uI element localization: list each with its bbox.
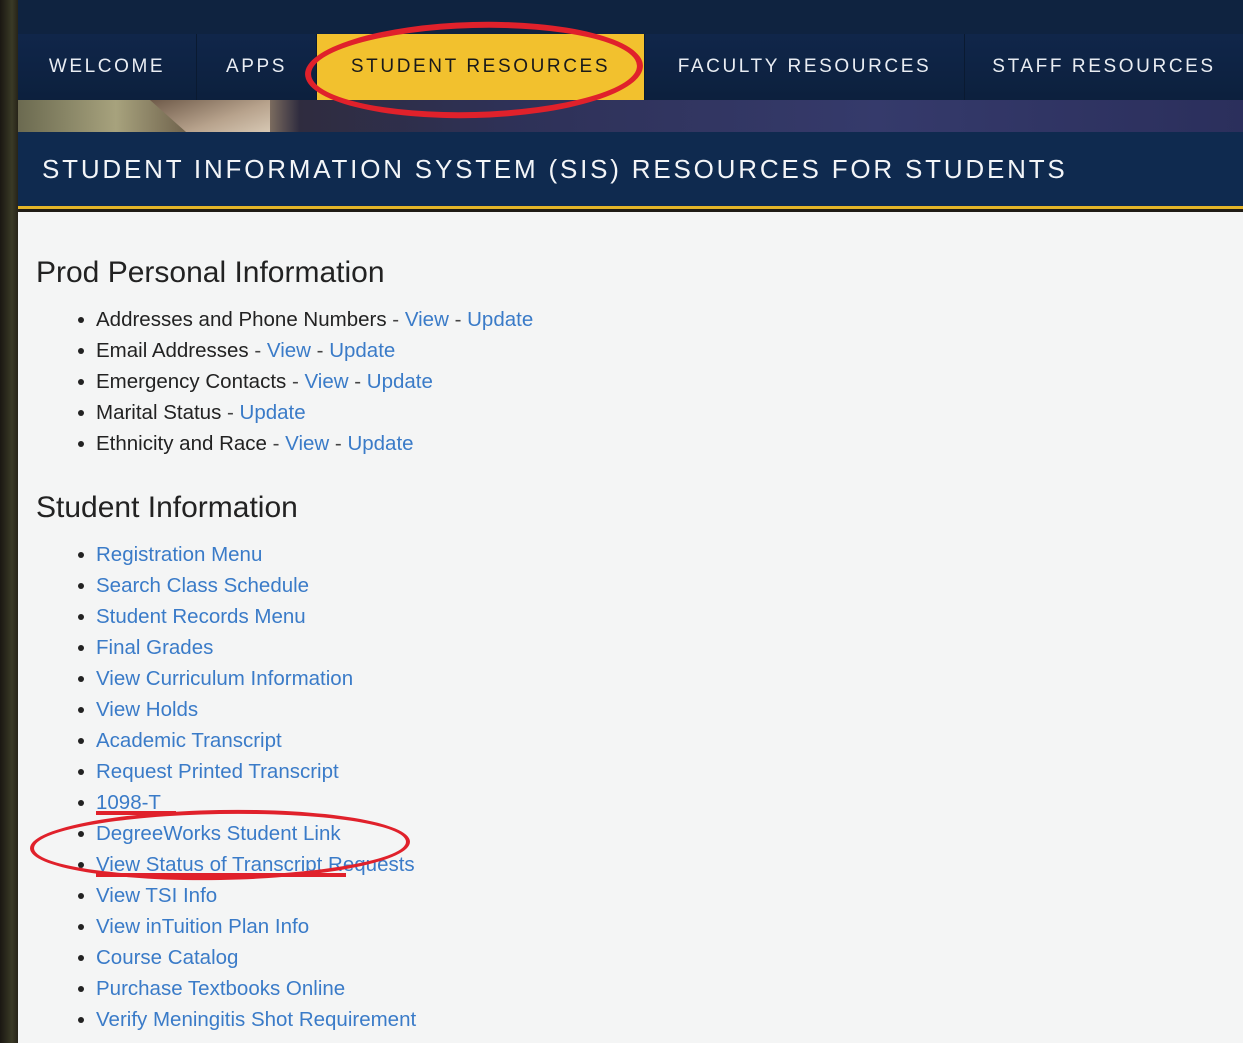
view-link[interactable]: View [305, 370, 349, 393]
list-item: 1098-T [78, 787, 1243, 818]
student-records-menu-link[interactable]: Student Records Menu [96, 605, 306, 628]
transcript-request-status-link[interactable]: View Status of Transcript Requests [96, 853, 415, 876]
item-label: Addresses and Phone Numbers [96, 308, 387, 331]
separator: - [221, 401, 240, 424]
item-label: Ethnicity and Race [96, 432, 267, 455]
list-item: Verify Meningitis Shot Requirement [78, 1004, 1243, 1035]
update-link[interactable]: Update [240, 401, 306, 424]
list-item: View Holds [78, 694, 1243, 725]
update-link[interactable]: Update [347, 432, 413, 455]
list-item: Addresses and Phone Numbers - View - Upd… [78, 304, 1243, 335]
list-item: Student Records Menu [78, 601, 1243, 632]
final-grades-link[interactable]: Final Grades [96, 636, 213, 659]
main-nav: WELCOME APPS STUDENT RESOURCES FACULTY R… [18, 34, 1243, 100]
nav-tab-student-resources[interactable]: STUDENT RESOURCES [317, 34, 645, 100]
list-item: DegreeWorks Student Link [78, 818, 1243, 849]
separator: - [248, 339, 267, 362]
list-item: Emergency Contacts - View - Update [78, 366, 1243, 397]
separator: - [448, 308, 468, 331]
separator: - [310, 339, 330, 362]
list-item: Marital Status - Update [78, 397, 1243, 428]
top-strip [18, 0, 1243, 34]
list-item: View Curriculum Information [78, 663, 1243, 694]
view-curriculum-link[interactable]: View Curriculum Information [96, 667, 353, 690]
update-link[interactable]: Update [329, 339, 395, 362]
list-item: View inTuition Plan Info [78, 911, 1243, 942]
list-item: View Status of Transcript Requests [78, 849, 1243, 880]
registration-menu-link[interactable]: Registration Menu [96, 543, 262, 566]
list-item: Course Catalog [78, 942, 1243, 973]
list-item: Registration Menu [78, 539, 1243, 570]
section-title-personal: Prod Personal Information [36, 256, 385, 289]
item-label: Email Addresses [96, 339, 249, 362]
section-title-student: Student Information [36, 491, 298, 524]
separator: - [266, 432, 286, 455]
separator: - [348, 370, 367, 393]
list-item: Ethnicity and Race - View - Update [78, 428, 1243, 459]
nav-tab-faculty-resources[interactable]: FACULTY RESOURCES [645, 34, 965, 100]
personal-info-list: Addresses and Phone Numbers - View - Upd… [78, 304, 1243, 459]
nav-tab-welcome[interactable]: WELCOME [18, 34, 197, 100]
list-item: View TSI Info [78, 880, 1243, 911]
purchase-textbooks-link[interactable]: Purchase Textbooks Online [96, 977, 345, 1000]
view-link[interactable]: View [285, 432, 329, 455]
browser-frame: WELCOME APPS STUDENT RESOURCES FACULTY R… [0, 0, 1243, 1043]
page-title: STUDENT INFORMATION SYSTEM (SIS) RESOURC… [42, 153, 1068, 184]
form-1098t-link[interactable]: 1098-T [96, 791, 161, 814]
separator: - [329, 432, 348, 455]
item-label: Marital Status [96, 401, 222, 424]
separator: - [286, 370, 305, 393]
list-item: Purchase Textbooks Online [78, 973, 1243, 1004]
search-class-schedule-link[interactable]: Search Class Schedule [96, 574, 309, 597]
separator: - [386, 308, 405, 331]
course-catalog-link[interactable]: Course Catalog [96, 946, 238, 969]
request-printed-transcript-link[interactable]: Request Printed Transcript [96, 760, 339, 783]
page-header: STUDENT INFORMATION SYSTEM (SIS) RESOURC… [18, 132, 1243, 209]
meningitis-requirement-link[interactable]: Verify Meningitis Shot Requirement [96, 1008, 416, 1031]
view-tsi-info-link[interactable]: View TSI Info [96, 884, 217, 907]
nav-tab-staff-resources[interactable]: STAFF RESOURCES [965, 34, 1243, 100]
list-item: Final Grades [78, 632, 1243, 663]
degreeworks-student-link[interactable]: DegreeWorks Student Link [96, 822, 341, 845]
list-item: Email Addresses - View - Update [78, 335, 1243, 366]
update-link[interactable]: Update [367, 370, 433, 393]
nav-tab-apps[interactable]: APPS [197, 34, 317, 100]
main-content: Prod Personal Information Addresses and … [18, 212, 1243, 1043]
item-label: Emergency Contacts [96, 370, 287, 393]
intuition-plan-info-link[interactable]: View inTuition Plan Info [96, 915, 309, 938]
update-link[interactable]: Update [467, 308, 533, 331]
academic-transcript-link[interactable]: Academic Transcript [96, 729, 282, 752]
list-item: Search Class Schedule [78, 570, 1243, 601]
view-link[interactable]: View [267, 339, 311, 362]
view-link[interactable]: View [405, 308, 449, 331]
student-info-list: Registration Menu Search Class Schedule … [78, 539, 1243, 1035]
view-holds-link[interactable]: View Holds [96, 698, 198, 721]
list-item: Request Printed Transcript [78, 756, 1243, 787]
list-item: Academic Transcript [78, 725, 1243, 756]
